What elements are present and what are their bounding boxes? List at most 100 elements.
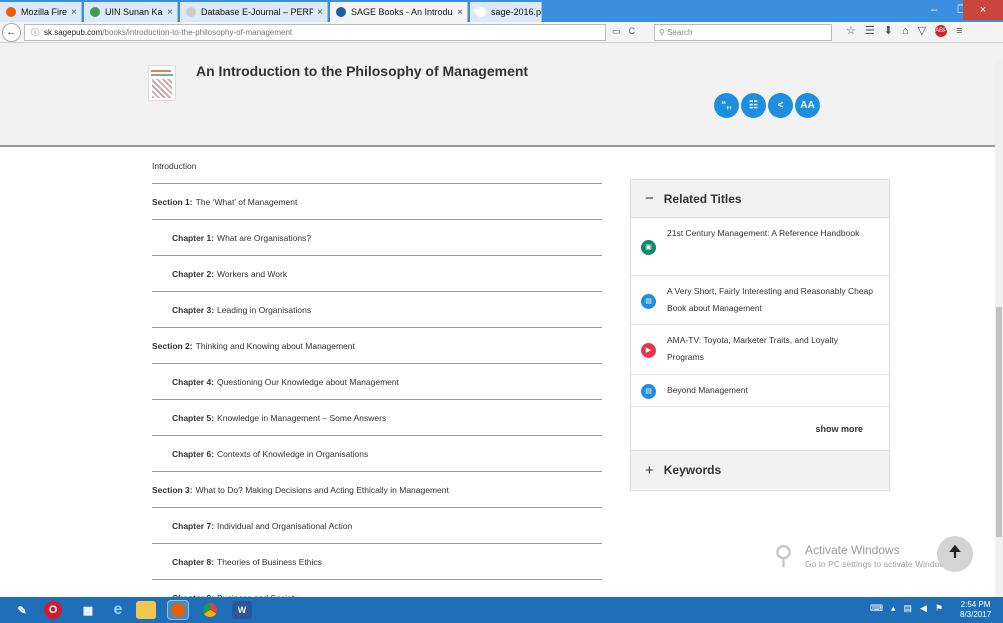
browser-tab[interactable]: Mozilla Firefox Start Page× [0, 2, 82, 22]
opera-icon[interactable]: O [44, 601, 62, 619]
bookmarks-list-icon[interactable]: ☰ [865, 24, 875, 37]
toc-chapter[interactable]: Chapter 6: Contexts of Knowledge in Organ… [152, 436, 602, 472]
page-scrollbar[interactable] [995, 60, 1003, 597]
minimize-button[interactable]: – [920, 0, 948, 20]
navigation-toolbar: ← ⓘ sk.sagepub.com/books/introduction-to-… [0, 22, 1003, 43]
toc-number: Chapter 5: [172, 412, 215, 423]
close-tab-icon[interactable]: × [67, 7, 81, 18]
show-more-link[interactable]: show more [631, 407, 889, 451]
expand-icon: + [645, 461, 654, 479]
close-window-button[interactable]: × [963, 0, 1003, 20]
toc-section[interactable]: Section 1: The ‘What’ of Management [152, 184, 602, 220]
volume-icon[interactable]: ◀ [920, 603, 927, 614]
related-title-item[interactable]: ▣ 21st Century Management: A Reference Ha… [631, 218, 889, 276]
close-tab-icon[interactable]: × [313, 7, 327, 18]
related-title-text: Beyond Management [667, 385, 748, 395]
tab-label: SAGE Books - An Introductio [351, 7, 453, 17]
reader-icon[interactable]: ▭ [612, 26, 629, 36]
keywords-header[interactable]: + Keywords [631, 451, 889, 489]
browser-tab[interactable]: sage-2016.pdf [470, 2, 542, 22]
close-tab-icon[interactable]: × [453, 7, 467, 18]
book-title: An Introduction to the Philosophy of Man… [196, 63, 529, 79]
system-tray: ⌨ ▴ ▤ ◀ ⚑ [870, 603, 943, 614]
toc-title: Introduction [152, 160, 197, 171]
book-header: An Introduction to the Philosophy of Man… [0, 43, 1003, 147]
toc-chapter[interactable]: Chapter 1: What are Organisations? [152, 220, 602, 256]
browser-tab[interactable]: SAGE Books - An Introductio× [330, 2, 468, 22]
toc-title: Leading in Organisations [217, 304, 312, 315]
toc-intro[interactable]: Introduction [152, 148, 602, 184]
share-button[interactable]: < [768, 93, 793, 118]
key-icon: ⚲ [774, 540, 794, 570]
toc-number: Section 2: [152, 340, 193, 351]
toc-chapter[interactable]: Chapter 8: Theories of Business Ethics [152, 544, 602, 580]
clock-date: 8/3/2017 [960, 610, 992, 619]
toc-number: Section 1: [152, 196, 193, 207]
toc-number: Chapter 2: [172, 268, 215, 279]
browser-tab[interactable]: UIN Sunan Kalijaga× [84, 2, 178, 22]
tools-icon[interactable]: ✎ [12, 601, 32, 619]
toc-title: Thinking and Knowing about Management [195, 340, 355, 351]
system-clock[interactable]: 2:54 PM 8/3/2017 [960, 600, 991, 620]
back-button[interactable]: ← [2, 23, 21, 42]
cite-button[interactable]: “,, [714, 93, 739, 118]
reload-icon[interactable]: C [629, 26, 644, 36]
search-placeholder: Search [667, 28, 693, 37]
table-of-contents: Introduction Section 1: The ‘What’ of Mana… [152, 148, 602, 616]
chrome-icon[interactable] [200, 601, 220, 619]
close-tab-icon[interactable]: × [163, 7, 177, 18]
home-icon[interactable]: ⌂ [902, 25, 909, 37]
related-title-item[interactable]: ▤ A Very Short, Fairly Interesting and Re… [631, 276, 889, 325]
toc-title: Individual and Organisational Action [217, 520, 353, 531]
document-icon: ▤ [641, 293, 656, 309]
browser-tab[interactable]: Database E-Journal – PERPUSTA× [180, 2, 328, 22]
bookmark-star-icon[interactable]: ☆ [846, 24, 856, 37]
toc-title: Theories of Business Ethics [217, 556, 322, 567]
flag-icon[interactable]: ⚑ [935, 603, 943, 614]
word-icon[interactable]: W [232, 601, 252, 619]
related-titles-heading: Related Titles [663, 191, 742, 206]
toc-chapter[interactable]: Chapter 2: Workers and Work [152, 256, 602, 292]
related-title-text: 21st Century Management: A Reference Han… [667, 228, 860, 238]
scroll-to-top-button[interactable]: 🠉 [937, 536, 973, 572]
menu-icon[interactable]: ≡ [956, 25, 962, 37]
site-info-icon[interactable]: ⓘ [31, 28, 39, 37]
toc-chapter[interactable]: Chapter 7: Individual and Organisational … [152, 508, 602, 544]
add-list-button[interactable]: ☷ [741, 93, 766, 118]
font-size-button[interactable]: AA [795, 93, 820, 118]
keyboard-icon[interactable]: ⌨ [870, 603, 883, 614]
related-title-item[interactable]: ▤ Beyond Management [631, 375, 889, 407]
collapse-icon: − [645, 190, 654, 207]
network-icon[interactable]: ▤ [904, 603, 913, 614]
new-tab-button[interactable]: + [472, 3, 480, 18]
download-icon[interactable]: ⬇ [884, 24, 893, 37]
windows-taskbar: ✎ O ▦ e W ⌨ ▴ ▤ ◀ ⚑ 2:54 PM 8/3/2017 [0, 597, 1003, 623]
toc-section[interactable]: Section 2: Thinking and Knowing about Man… [152, 328, 602, 364]
internet-explorer-icon[interactable]: e [108, 601, 128, 619]
toc-section[interactable]: Section 3: What to Do? Making Decisions a… [152, 472, 602, 508]
related-title-item[interactable]: ▶ AMA-TV: Toyota, Marketer Traits, and Lo… [631, 325, 889, 375]
adblock-icon[interactable]: ABP [935, 24, 947, 37]
tab-favicon-icon [6, 7, 16, 17]
firefox-icon[interactable] [167, 600, 189, 620]
related-titles-header[interactable]: − Related Titles [631, 180, 889, 218]
toc-chapter[interactable]: Chapter 5: Knowledge in Management – Some… [152, 400, 602, 436]
clapper-icon[interactable]: ▦ [78, 601, 98, 619]
tab-favicon-icon [90, 7, 100, 17]
tab-strip: Mozilla Firefox Start Page×UIN Sunan Kal… [0, 0, 1003, 22]
url-bar[interactable]: ⓘ sk.sagepub.com/books/introduction-to-th… [24, 24, 606, 41]
search-input[interactable]: ⚲ Search [654, 24, 832, 41]
toc-chapter[interactable]: Chapter 3: Leading in Organisations [152, 292, 602, 328]
toc-number: Chapter 6: [172, 448, 215, 459]
pocket-icon[interactable]: ▽ [918, 24, 926, 37]
arrow-up-icon: 🠉 [948, 543, 962, 561]
file-explorer-icon[interactable] [136, 601, 156, 619]
related-title-text: AMA-TV: Toyota, Marketer Traits, and Loy… [667, 335, 839, 362]
url-actions: ▭C [612, 26, 643, 37]
play-icon: ▶ [641, 343, 656, 358]
related-titles-panel: − Related Titles ▣ 21st Century Managemen… [630, 179, 890, 491]
toc-title: Contexts of Knowledge in Organisations [217, 448, 369, 459]
tray-chevron-icon[interactable]: ▴ [891, 603, 896, 614]
toc-chapter[interactable]: Chapter 4: Questioning Our Knowledge abou… [152, 364, 602, 400]
scrollbar-thumb[interactable] [996, 307, 1002, 537]
